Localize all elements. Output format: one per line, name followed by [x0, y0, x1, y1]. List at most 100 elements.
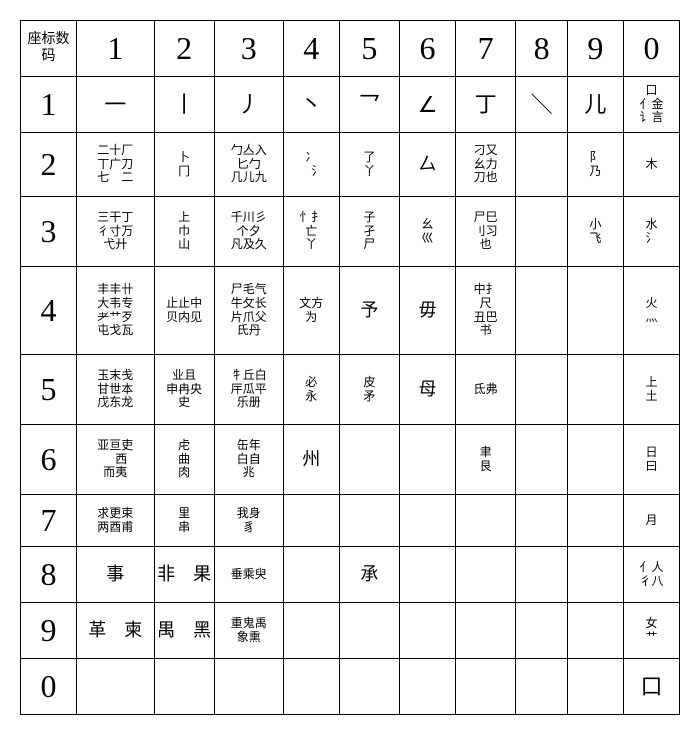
col-head-0: 0 [623, 21, 679, 77]
cell-r8-c2: 非 果 [154, 547, 214, 603]
col-head-5: 5 [339, 21, 399, 77]
cell-r3-c8 [516, 197, 568, 267]
row-head-0: 0 [21, 659, 77, 715]
cell-r5-c9 [567, 355, 623, 425]
cell-r9-c8 [516, 603, 568, 659]
cell-r5-c2: 业且申冉央史 [154, 355, 214, 425]
cell-r3-c2: 上巾山 [154, 197, 214, 267]
cell-r0-c7 [455, 659, 515, 715]
cell-r3-c7: 尸巳刂习也 [455, 197, 515, 267]
cell-r5-c0: 上土 [623, 355, 679, 425]
header-corner: 座标数码 [21, 21, 77, 77]
cell-r0-c0: 口 [623, 659, 679, 715]
cell-r7-c4 [283, 495, 339, 547]
cell-r6-c0: 日曰 [623, 425, 679, 495]
row-head-4: 4 [21, 267, 77, 355]
col-head-2: 2 [154, 21, 214, 77]
col-head-8: 8 [516, 21, 568, 77]
cell-r2-c3: 勹亼入匕勹几儿九 [214, 133, 283, 197]
cell-r7-c2: 里串 [154, 495, 214, 547]
cell-r9-c2: 禺 黑 [154, 603, 214, 659]
cell-r0-c3 [214, 659, 283, 715]
cell-r0-c5 [339, 659, 399, 715]
cell-r4-c5: 予 [339, 267, 399, 355]
cell-r5-c4: 必永 [283, 355, 339, 425]
row-head-9: 9 [21, 603, 77, 659]
cell-r6-c3: 缶年白自兆 [214, 425, 283, 495]
cell-r4-c9 [567, 267, 623, 355]
col-head-4: 4 [283, 21, 339, 77]
cell-r1-c9: 儿 [567, 77, 623, 133]
cell-r1-c0: 口亻金讠言 [623, 77, 679, 133]
cell-r5-c6: 母 [399, 355, 455, 425]
cell-r5-c8 [516, 355, 568, 425]
col-head-7: 7 [455, 21, 515, 77]
cell-r6-c7: 聿艮 [455, 425, 515, 495]
row-head-7: 7 [21, 495, 77, 547]
cell-r2-c4: 冫 氵 [283, 133, 339, 197]
cell-r1-c7: 丁 [455, 77, 515, 133]
cell-r9-c3: 重鬼禹象熏 [214, 603, 283, 659]
cell-r1-c3: 丿 [214, 77, 283, 133]
cell-r2-c9: 阝乃 [567, 133, 623, 197]
cell-r0-c6 [399, 659, 455, 715]
cell-r0-c2 [154, 659, 214, 715]
cell-r5-c7: 氐弗 [455, 355, 515, 425]
cell-r4-c3: 尸毛气牛攵长片爪父氏丹 [214, 267, 283, 355]
cell-r0-c8 [516, 659, 568, 715]
cell-r8-c0: 亻人彳八 [623, 547, 679, 603]
cell-r5-c5: 皮矛 [339, 355, 399, 425]
cell-r8-c1: 事 [76, 547, 154, 603]
cell-r7-c7 [455, 495, 515, 547]
col-head-9: 9 [567, 21, 623, 77]
cell-r2-c8 [516, 133, 568, 197]
cell-r9-c9 [567, 603, 623, 659]
cell-r7-c9 [567, 495, 623, 547]
row-head-5: 5 [21, 355, 77, 425]
cell-r4-c1: 丰丰卄大韦专耂艹歹屯戈瓦 [76, 267, 154, 355]
row-head-3: 3 [21, 197, 77, 267]
row-head-8: 8 [21, 547, 77, 603]
cell-r7-c8 [516, 495, 568, 547]
cell-r3-c3: 千川彡个夕凡及久 [214, 197, 283, 267]
cell-r0-c9 [567, 659, 623, 715]
cell-r9-c5 [339, 603, 399, 659]
cell-r1-c4: 丶 [283, 77, 339, 133]
cell-r2-c2: 卜冂 [154, 133, 214, 197]
cell-r4-c2: 止止中贝内见 [154, 267, 214, 355]
cell-r7-c0: 月 [623, 495, 679, 547]
row-head-2: 2 [21, 133, 77, 197]
cell-r3-c1: 三干丁彳寸万弋廾 [76, 197, 154, 267]
cell-r3-c4: 忄扌亡丫 [283, 197, 339, 267]
cell-r8-c9 [567, 547, 623, 603]
coordinate-table: 座标数码12345678901一丨丿丶乛∠丁＼儿口亻金讠言2二十厂丅广刀七 二卜… [20, 20, 680, 715]
cell-r8-c5: 承 [339, 547, 399, 603]
cell-r2-c5: 了丫 [339, 133, 399, 197]
cell-r1-c2: 丨 [154, 77, 214, 133]
col-head-6: 6 [399, 21, 455, 77]
row-head-1: 1 [21, 77, 77, 133]
cell-r4-c8 [516, 267, 568, 355]
cell-r1-c5: 乛 [339, 77, 399, 133]
cell-r1-c6: ∠ [399, 77, 455, 133]
cell-r8-c7 [455, 547, 515, 603]
cell-r3-c0: 水氵 [623, 197, 679, 267]
cell-r8-c3: 垂乘臾 [214, 547, 283, 603]
cell-r5-c3: 牜丘白厈瓜平乐册 [214, 355, 283, 425]
cell-r9-c1: 革 柬 [76, 603, 154, 659]
cell-r3-c6: 幺巛 [399, 197, 455, 267]
col-head-3: 3 [214, 21, 283, 77]
cell-r0-c4 [283, 659, 339, 715]
cell-r4-c6: 毋 [399, 267, 455, 355]
cell-r9-c0: 女艹 [623, 603, 679, 659]
cell-r6-c9 [567, 425, 623, 495]
cell-r2-c7: 刁又幺力刀也 [455, 133, 515, 197]
cell-r5-c1: 玉末戋甘世本戊东龙 [76, 355, 154, 425]
cell-r6-c8 [516, 425, 568, 495]
cell-r9-c4 [283, 603, 339, 659]
cell-r1-c1: 一 [76, 77, 154, 133]
cell-r9-c7 [455, 603, 515, 659]
cell-r4-c0: 火灬 [623, 267, 679, 355]
cell-r7-c5 [339, 495, 399, 547]
cell-r0-c1 [76, 659, 154, 715]
